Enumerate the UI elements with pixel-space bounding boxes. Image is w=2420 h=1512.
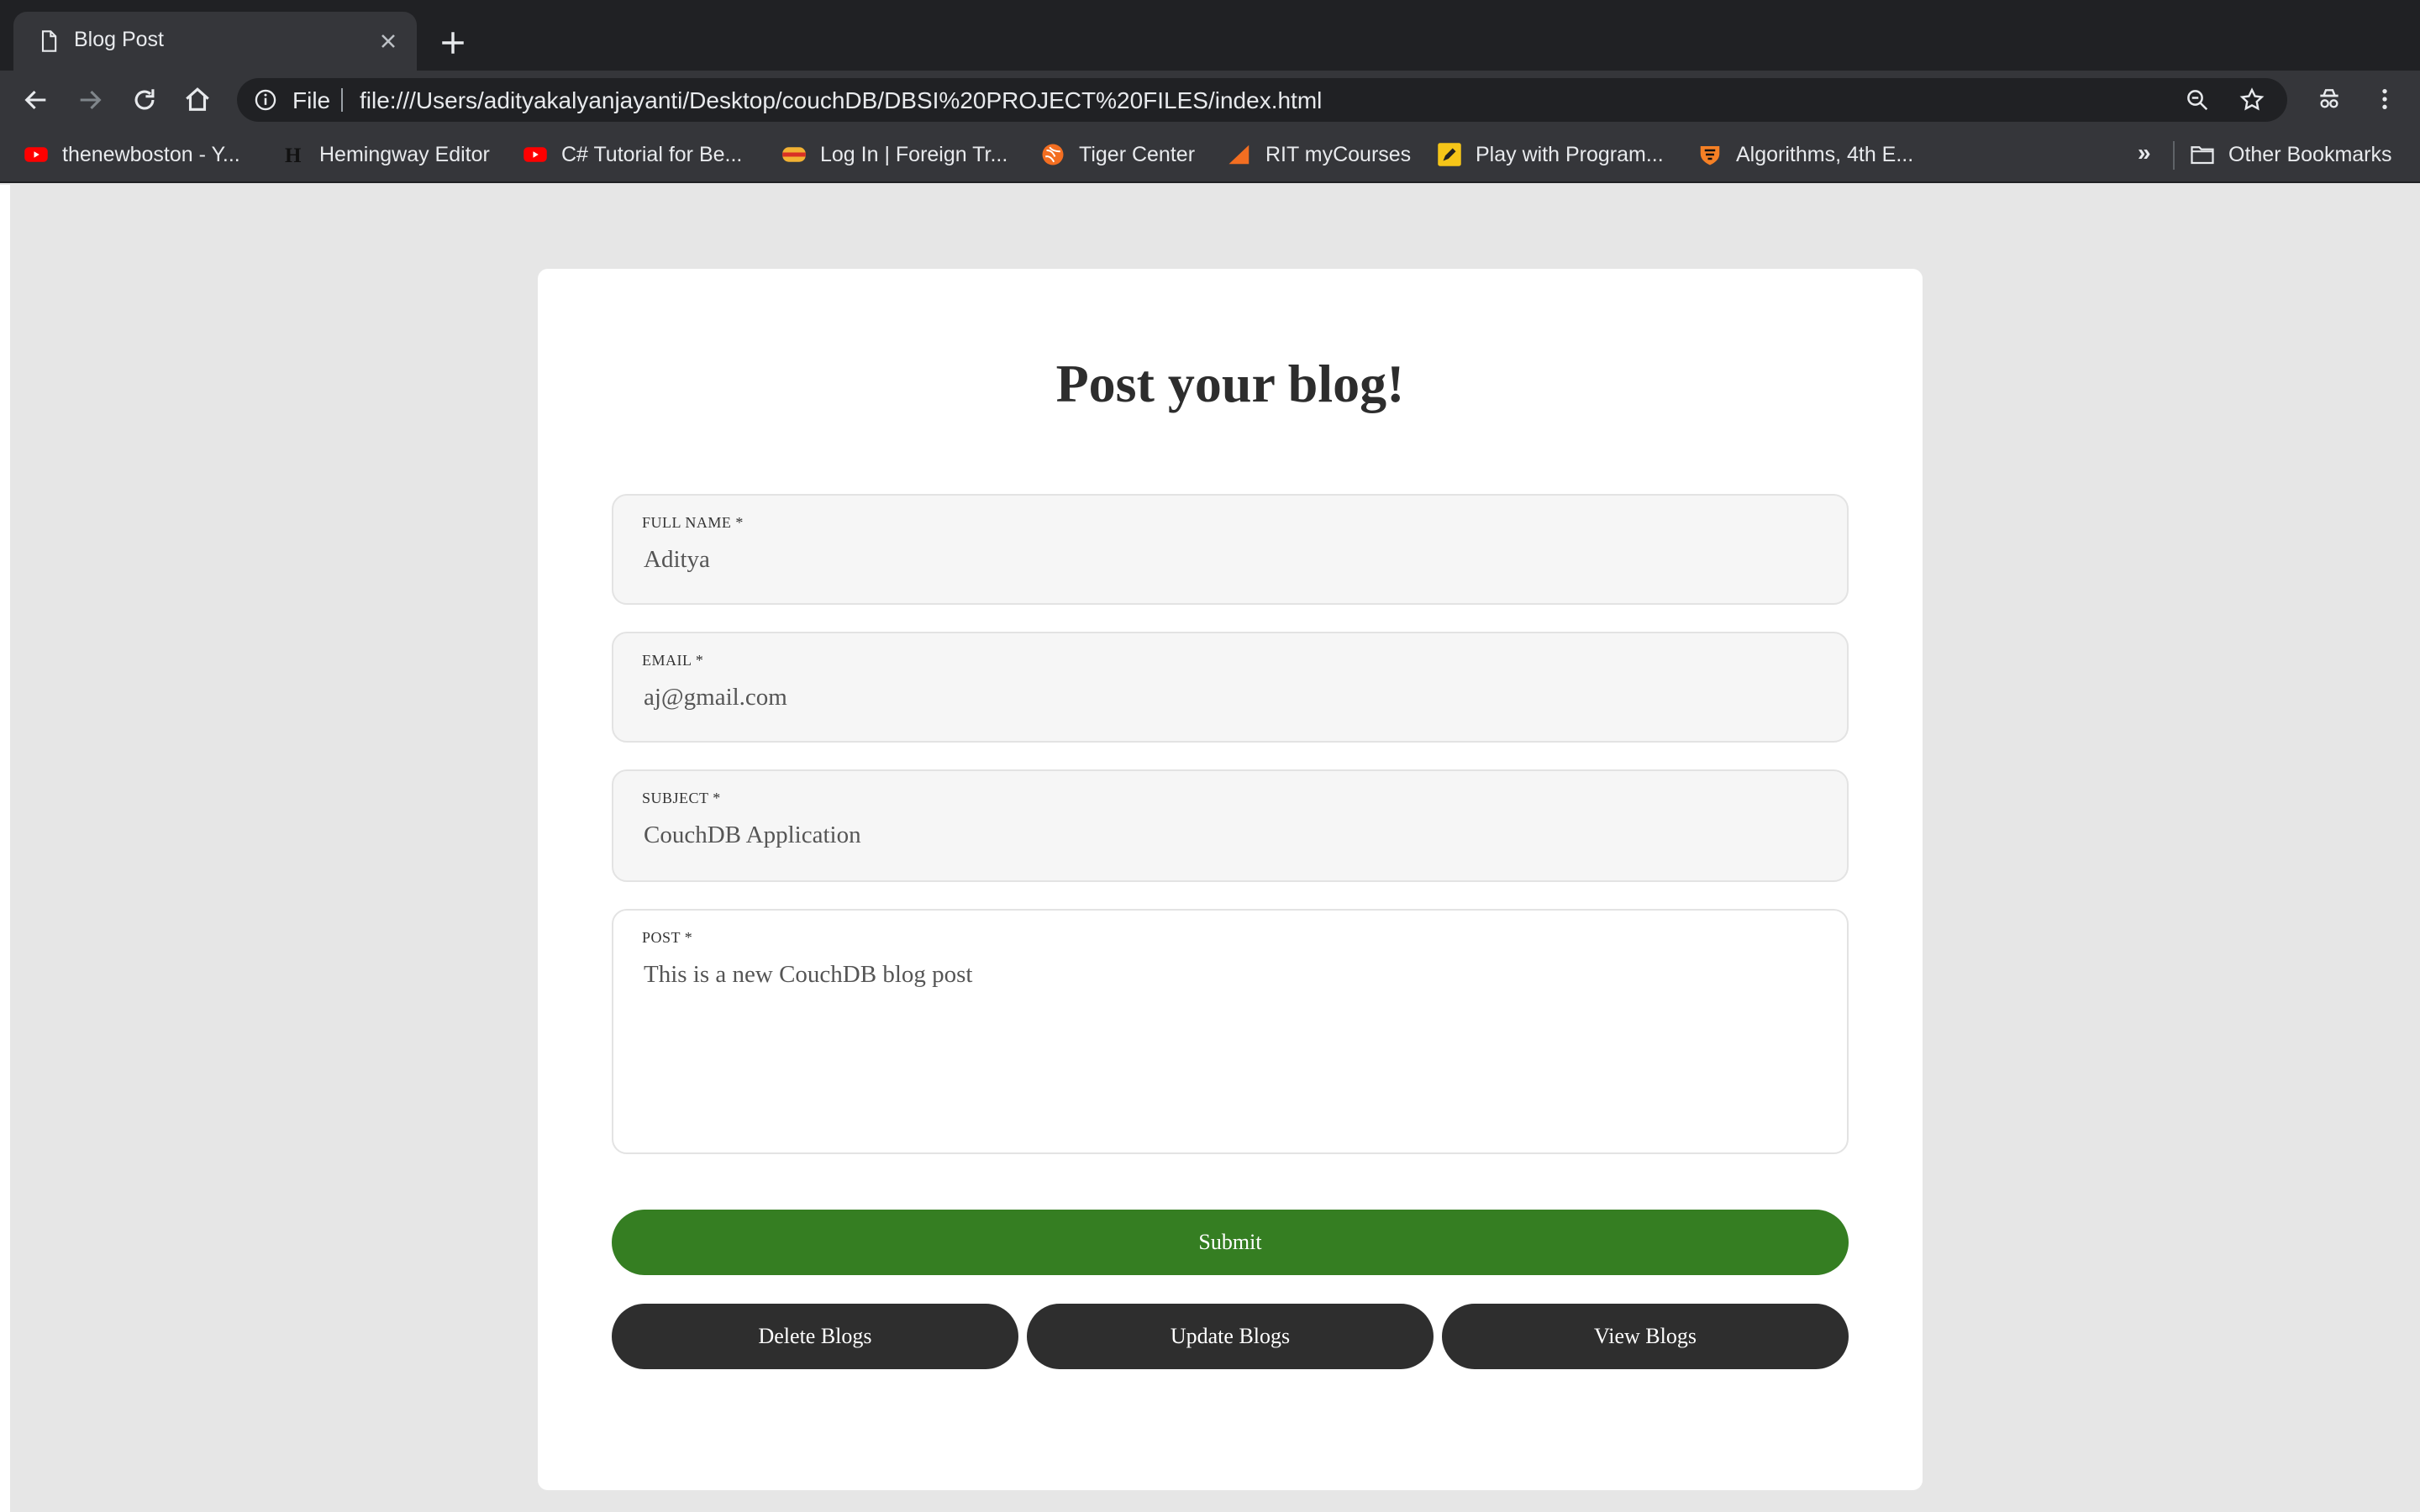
tab-blog-post[interactable]: Blog Post [13,12,417,71]
bookmark-label: Log In | Foreign Tr... [820,142,1008,166]
card-icon [782,147,806,162]
bookmarks-divider [2173,141,2175,170]
email-label: EMAIL * [642,652,704,669]
bookmark-label: thenewboston - Y... [62,142,240,166]
more-menu-icon[interactable] [2371,86,2398,113]
page-edge [0,185,10,1512]
url-separator [341,88,343,112]
pencil-icon [1438,143,1461,166]
reload-icon[interactable] [130,86,159,114]
bookmark-thenewboston[interactable]: thenewboston - Y... [24,139,240,170]
subject-input[interactable] [644,822,1803,849]
url-text[interactable]: file:///Users/adityakalyanjayanti/Deskto… [360,87,1322,114]
bookmark-foreign-trade[interactable]: Log In | Foreign Tr... [781,139,1007,170]
svg-text:H: H [285,144,302,167]
bookmarks-overflow-button[interactable]: » [2138,139,2151,166]
submit-button[interactable]: Submit [612,1210,1849,1275]
other-bookmarks-folder[interactable]: Other Bookmarks [2190,139,2392,170]
info-icon[interactable] [254,88,277,112]
youtube-icon [24,147,48,162]
view-blogs-button[interactable]: View Blogs [1442,1304,1849,1369]
email-field[interactable]: EMAIL * [612,632,1849,743]
back-arrow-icon[interactable] [22,86,50,114]
triangle-icon [1228,144,1249,165]
url-scheme: File [292,87,331,113]
full-name-label: FULL NAME * [642,514,744,531]
post-field[interactable]: POST * This is a new CouchDB blog post [612,909,1849,1154]
bookmark-hemingway[interactable]: H Hemingway Editor [281,139,490,170]
hemingway-icon: H [285,144,302,167]
extension-icon[interactable] [2316,86,2343,113]
delete-blogs-button[interactable]: Delete Blogs [612,1304,1018,1369]
bookmark-rit-mycourses[interactable]: RIT myCourses [1227,139,1411,170]
youtube-icon [523,147,547,162]
princeton-icon [1700,146,1720,165]
email-input[interactable] [644,684,1803,711]
zoom-icon[interactable] [2185,87,2210,113]
page-viewport: Post your blog! FULL NAME * EMAIL * SUBJ… [0,185,2420,1512]
new-tab-icon[interactable] [439,29,467,57]
bookmark-label: C# Tutorial for Be... [561,142,743,166]
post-textarea[interactable]: This is a new CouchDB blog post [644,961,1820,1137]
forward-arrow-icon[interactable] [76,86,104,114]
tab-strip: Blog Post [0,0,2420,71]
close-icon[interactable] [376,29,400,53]
folder-icon [2191,146,2214,165]
browser-toolbar: File file:///Users/adityakalyanjayanti/D… [0,71,2420,128]
blog-form-card: Post your blog! FULL NAME * EMAIL * SUBJ… [538,269,1923,1490]
bookmark-csharp[interactable]: C# Tutorial for Be... [523,139,742,170]
subject-label: SUBJECT * [642,790,721,806]
subject-field[interactable]: SUBJECT * [612,769,1849,882]
address-bar[interactable]: File file:///Users/adityakalyanjayanti/D… [237,78,2287,122]
bookmark-label: RIT myCourses [1265,142,1412,166]
bookmark-play-with-programming[interactable]: Play with Program... [1437,139,1664,170]
full-name-input[interactable] [644,546,1803,574]
bookmark-label: Tiger Center [1079,142,1196,166]
bookmark-star-icon[interactable] [2238,87,2265,113]
post-label: POST * [642,929,693,946]
bookmark-label: Hemingway Editor [319,142,490,166]
page-title: Post your blog! [1055,354,1405,413]
bookmark-label: Other Bookmarks [2228,142,2392,166]
bookmark-label: Algorithms, 4th E... [1736,142,1914,166]
bookmark-algorithms[interactable]: Algorithms, 4th E... [1697,139,1913,170]
update-blogs-button[interactable]: Update Blogs [1027,1304,1434,1369]
bookmark-tiger-center[interactable]: Tiger Center [1040,139,1195,170]
bookmarks-bar: thenewboston - Y... H Hemingway Editor C… [0,128,2420,183]
document-icon [41,30,57,52]
tiger-icon [1042,144,1064,165]
tab-title: Blog Post [74,28,165,51]
full-name-field[interactable]: FULL NAME * [612,494,1849,605]
home-icon[interactable] [183,86,212,114]
bookmark-label: Play with Program... [1476,142,1664,166]
